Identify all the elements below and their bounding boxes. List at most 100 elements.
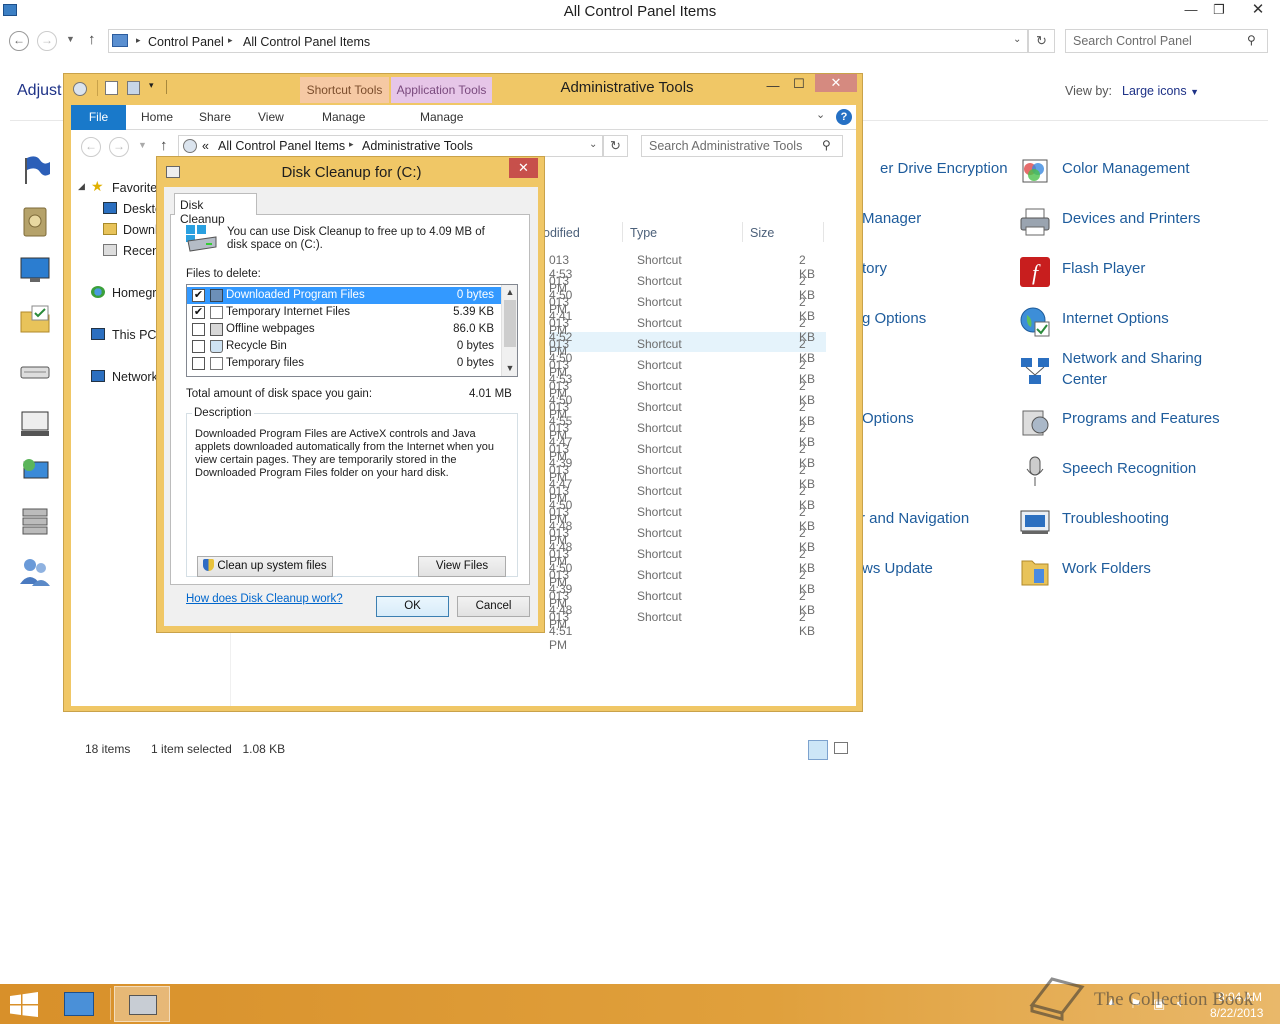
minimize-button[interactable]: —: [764, 76, 782, 98]
breadcrumb-admin-tools[interactable]: Administrative Tools: [362, 139, 473, 153]
cp-item-work-folders[interactable]: Work Folders: [1062, 560, 1151, 577]
up-arrow-icon[interactable]: ↑: [88, 31, 96, 48]
cp-item-internet-options[interactable]: Internet Options: [1062, 310, 1169, 327]
scroll-up-arrow[interactable]: ▲: [502, 285, 517, 299]
refresh-button[interactable]: ↻: [1028, 29, 1055, 53]
cp-item-color-management[interactable]: Color Management: [1062, 160, 1190, 177]
list-item[interactable]: ✔ Downloaded Program Files 0 bytes: [187, 287, 502, 304]
search-input[interactable]: Search Control Panel: [1065, 29, 1268, 53]
breadcrumb-all-items[interactable]: All Control Panel Items: [218, 139, 345, 153]
folder-options-icon[interactable]: [18, 302, 52, 336]
checkbox[interactable]: [192, 340, 205, 353]
admin-tools-icon[interactable]: [18, 204, 52, 238]
column-divider[interactable]: [823, 222, 824, 242]
cancel-button[interactable]: Cancel: [457, 596, 530, 617]
search-icon[interactable]: ⚲: [1247, 33, 1256, 47]
remote-app-icon[interactable]: [18, 454, 52, 488]
column-divider[interactable]: [622, 222, 623, 242]
checkbox[interactable]: ✔: [192, 306, 205, 319]
nav-this-pc[interactable]: This PC: [112, 328, 156, 342]
ok-button[interactable]: OK: [376, 596, 449, 617]
forward-button[interactable]: →: [37, 31, 57, 51]
nav-homegroup[interactable]: Homegr: [112, 286, 156, 300]
tab-manage-shortcut[interactable]: Manage: [322, 110, 365, 124]
maximize-button[interactable]: ❐: [1208, 0, 1230, 22]
back-button[interactable]: ←: [9, 31, 29, 51]
network-icon[interactable]: [1018, 355, 1052, 389]
mobility-center-icon[interactable]: [18, 406, 52, 440]
details-view-button[interactable]: [808, 740, 828, 760]
cp-item-network-sharing[interactable]: Network and Sharing: [1062, 350, 1202, 367]
list-scrollbar[interactable]: ▲ ▼: [501, 285, 517, 376]
cp-item-manager[interactable]: Manager: [862, 210, 921, 227]
checkbox[interactable]: ✔: [192, 289, 205, 302]
cp-item-flash-player[interactable]: Flash Player: [1062, 260, 1145, 277]
address-bar[interactable]: ▸ Control Panel ▸ All Control Panel Item…: [108, 29, 1028, 53]
flash-icon[interactable]: f: [1018, 255, 1052, 289]
files-to-delete-list[interactable]: ✔ Downloaded Program Files 0 bytes ✔ Tem…: [186, 284, 518, 377]
cp-item-history[interactable]: tory: [862, 260, 887, 277]
expand-icon[interactable]: ◢: [78, 181, 85, 192]
breadcrumb-control-panel[interactable]: Control Panel: [148, 35, 224, 49]
cp-item-network-sharing-line2[interactable]: Center: [1062, 371, 1107, 388]
user-accounts-icon[interactable]: [18, 554, 52, 588]
recent-locations-icon[interactable]: ▼: [66, 34, 75, 44]
clean-up-system-files-button[interactable]: Clean up system files: [197, 556, 333, 577]
close-button[interactable]: ✕: [509, 158, 538, 178]
list-item[interactable]: ✔ Temporary Internet Files 5.39 KB: [187, 304, 502, 321]
taskbar-disk-cleanup[interactable]: [114, 986, 170, 1022]
help-icon[interactable]: ?: [836, 109, 852, 125]
programs-icon[interactable]: [1018, 405, 1052, 439]
column-header-size[interactable]: Size: [750, 226, 774, 240]
tab-manage-application[interactable]: Manage: [420, 110, 463, 124]
search-input[interactable]: Search Administrative Tools: [641, 135, 843, 157]
cp-item-programs-features[interactable]: Programs and Features: [1062, 410, 1220, 427]
keyboard-icon[interactable]: [18, 356, 52, 390]
checkbox[interactable]: [192, 357, 205, 370]
cp-item-options[interactable]: Options: [862, 410, 914, 427]
action-center-flag-icon[interactable]: [18, 152, 52, 186]
refresh-button[interactable]: ↻: [603, 135, 628, 157]
globe-icon[interactable]: [1018, 305, 1052, 339]
column-header-type[interactable]: Type: [630, 226, 657, 240]
troubleshoot-icon[interactable]: [1018, 505, 1052, 539]
cp-item-devices-printers[interactable]: Devices and Printers: [1062, 210, 1200, 227]
cp-item-indexing-options[interactable]: g Options: [862, 310, 926, 327]
start-button[interactable]: [10, 992, 38, 1017]
checkbox[interactable]: [192, 323, 205, 336]
cp-item-troubleshooting[interactable]: Troubleshooting: [1062, 510, 1169, 527]
breadcrumb-all-items[interactable]: All Control Panel Items: [243, 35, 370, 49]
cp-item-bitlocker[interactable]: er Drive Encryption: [880, 160, 1008, 177]
cp-item-windows-update[interactable]: ws Update: [862, 560, 933, 577]
tab-file[interactable]: File: [71, 105, 126, 130]
scroll-down-arrow[interactable]: ▼: [502, 361, 517, 375]
list-item[interactable]: Temporary files 0 bytes: [187, 355, 502, 372]
storage-spaces-icon[interactable]: [18, 504, 52, 538]
tab-view[interactable]: View: [258, 110, 284, 124]
printer-icon[interactable]: [1018, 205, 1052, 239]
help-link[interactable]: How does Disk Cleanup work?: [186, 593, 343, 605]
list-item[interactable]: Recycle Bin 0 bytes: [187, 338, 502, 355]
large-icons-view-button[interactable]: [834, 742, 848, 754]
column-divider[interactable]: [742, 222, 743, 242]
color-management-icon[interactable]: [1018, 155, 1052, 189]
cp-item-taskbar-navigation[interactable]: r and Navigation: [860, 510, 969, 527]
nav-downloads[interactable]: Downl: [123, 223, 158, 237]
list-item[interactable]: Offline webpages 86.0 KB: [187, 321, 502, 338]
folder-icon[interactable]: [1018, 555, 1052, 589]
minimize-button[interactable]: —: [1180, 0, 1202, 22]
tab-share[interactable]: Share: [199, 110, 231, 124]
chevron-down-icon[interactable]: ⌄: [589, 139, 597, 150]
tab-home[interactable]: Home: [141, 110, 173, 124]
cp-item-speech-recognition[interactable]: Speech Recognition: [1062, 460, 1196, 477]
nav-network[interactable]: Network: [112, 370, 158, 384]
tab-disk-cleanup[interactable]: Disk Cleanup: [174, 193, 257, 226]
close-button[interactable]: ✕: [815, 74, 857, 92]
maximize-button[interactable]: ☐: [790, 74, 808, 96]
microphone-icon[interactable]: [1018, 455, 1052, 489]
address-bar[interactable]: « All Control Panel Items ▸ Administrati…: [178, 135, 603, 157]
chevron-down-icon[interactable]: ⌄: [1013, 34, 1021, 45]
taskbar-control-panel[interactable]: [53, 986, 109, 1022]
close-button[interactable]: ✕: [1240, 0, 1276, 22]
column-header-date-modified[interactable]: odified: [543, 226, 580, 240]
